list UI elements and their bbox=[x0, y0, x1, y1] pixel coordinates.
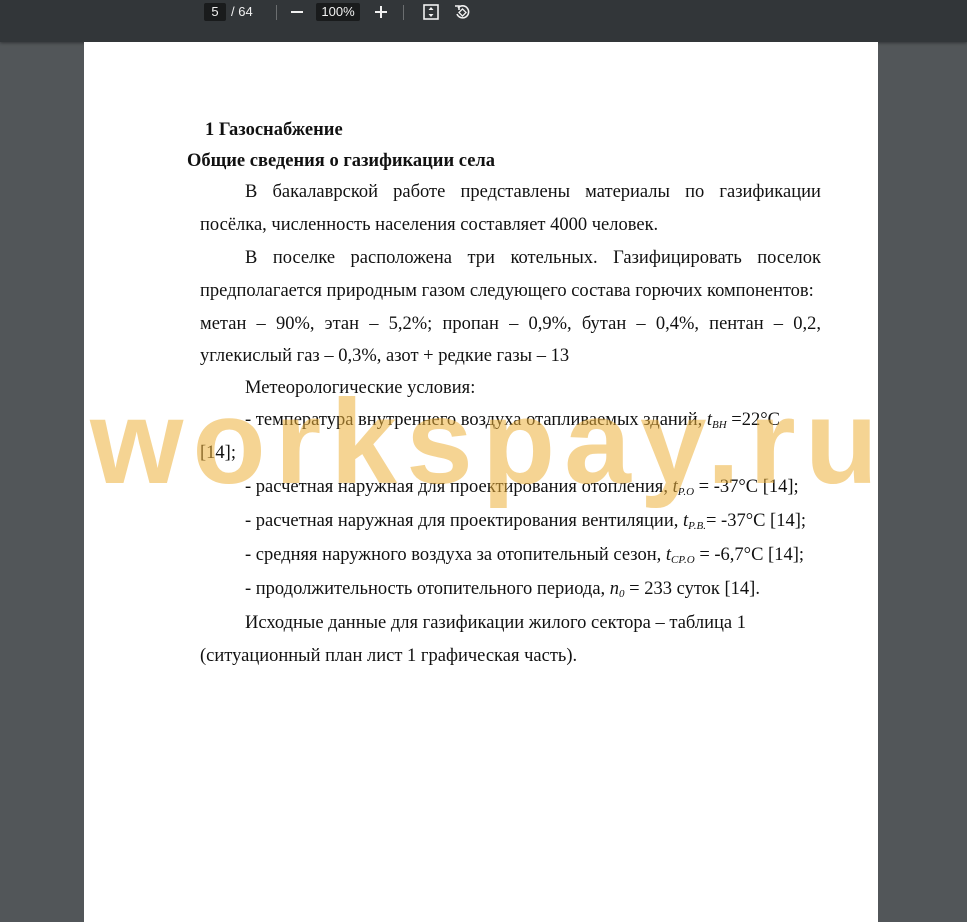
fit-page-icon bbox=[423, 4, 439, 20]
pdf-page: 1 Газоснабжение Общие сведения о газифик… bbox=[84, 42, 878, 922]
zoom-level-input[interactable]: 100% bbox=[316, 3, 360, 21]
paragraph-line: метан –90%, этан –5,2%; пропан –0,9%, бутан –0,… bbox=[200, 314, 821, 334]
paragraph-line: посёлка, численность населения составляе… bbox=[200, 215, 659, 235]
fit-page-button[interactable] bbox=[419, 0, 443, 24]
minus-icon bbox=[291, 11, 303, 13]
paragraph-line: углекислый газ – 0,3%, азот + редкие газ… bbox=[200, 346, 570, 366]
rotate-icon bbox=[455, 5, 470, 19]
page-total-label: / 64 bbox=[231, 4, 253, 19]
meteo-item: - температура внутреннего воздуха отапли… bbox=[245, 410, 780, 431]
section-heading: 1 Газоснабжение bbox=[205, 120, 343, 140]
paragraph-line: Исходные данные для газификации жилого с… bbox=[245, 613, 746, 633]
meteo-item: - средняя наружного воздуха за отопитель… bbox=[245, 545, 804, 566]
page-number-input[interactable]: 5 bbox=[204, 3, 226, 21]
zoom-in-button[interactable] bbox=[369, 0, 393, 24]
section-subheading: Общие сведения о газификации села bbox=[187, 151, 496, 171]
toolbar-divider bbox=[276, 5, 277, 20]
meteo-title: Метеорологические условия: bbox=[245, 378, 476, 398]
toolbar-divider bbox=[403, 5, 404, 20]
meteo-item: - расчетная наружная для проектирования … bbox=[245, 511, 807, 532]
plus-icon bbox=[375, 6, 387, 18]
meteo-item: - расчетная наружная для проектирования … bbox=[245, 477, 799, 498]
pdf-toolbar: 5 / 64 100% bbox=[0, 0, 967, 42]
rotate-button[interactable] bbox=[450, 0, 474, 24]
paragraph-line: Вбакалаврской работе представлены материалы… bbox=[245, 182, 821, 202]
zoom-out-button[interactable] bbox=[285, 0, 309, 24]
paragraph-line: Впоселке расположена три котельных. Газифици… bbox=[245, 248, 821, 268]
paragraph-line: (ситуационный план лист 1 графическая ча… bbox=[200, 646, 578, 666]
paragraph-line: предполагается природным газом следующег… bbox=[200, 281, 814, 301]
meteo-item-cont: [14]; bbox=[200, 443, 236, 463]
meteo-item: - продолжительность отопительного период… bbox=[245, 579, 760, 600]
